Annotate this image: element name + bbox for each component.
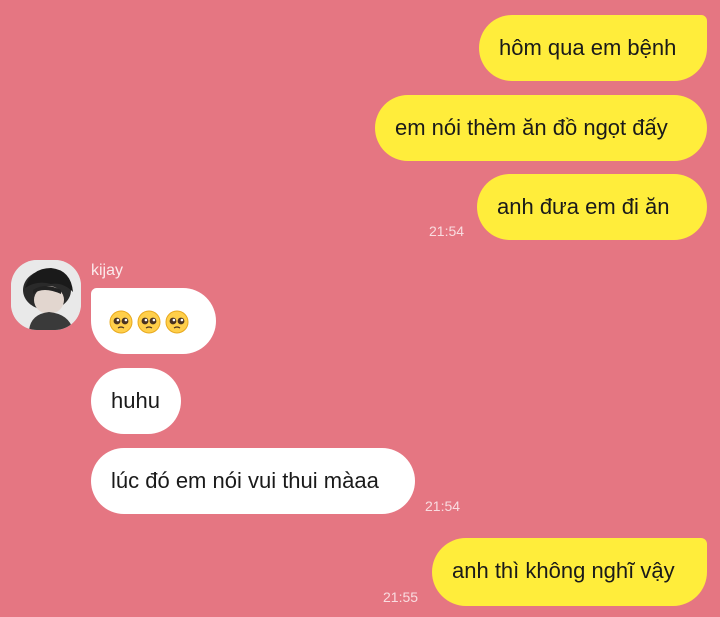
message-text: hôm qua em bệnh: [499, 35, 677, 60]
message-text: anh đưa em đi ăn: [497, 194, 670, 219]
pleading-face-icon: [137, 310, 161, 334]
message-timestamp: 21:54: [425, 498, 461, 514]
message-text: huhu: [111, 388, 160, 413]
avatar-photo-icon: [11, 260, 81, 330]
message-timestamp: 21:54: [429, 223, 465, 239]
outgoing-message-bubble[interactable]: anh đưa em đi ăn: [477, 174, 707, 240]
message-text: anh thì không nghĩ vậy: [452, 558, 675, 583]
message-text: em nói thèm ăn đồ ngọt đấy: [395, 115, 668, 140]
outgoing-message-bubble[interactable]: hôm qua em bệnh: [479, 15, 707, 81]
chat-thread: hôm qua em bệnh em nói thèm ăn đồ ngọt đ…: [0, 0, 720, 617]
incoming-message-bubble[interactable]: [91, 288, 216, 354]
message-text: lúc đó em nói vui thui màaa: [111, 468, 379, 493]
incoming-message-bubble[interactable]: huhu: [91, 368, 181, 434]
pleading-face-icon: [165, 310, 189, 334]
sender-name: kijay: [91, 262, 124, 279]
avatar[interactable]: [11, 260, 81, 330]
pleading-face-icon: [109, 310, 133, 334]
outgoing-message-bubble[interactable]: anh thì không nghĩ vậy: [432, 538, 707, 606]
incoming-message-bubble[interactable]: lúc đó em nói vui thui màaa: [91, 448, 415, 514]
message-timestamp: 21:55: [383, 589, 419, 605]
outgoing-message-bubble[interactable]: em nói thèm ăn đồ ngọt đấy: [375, 95, 707, 161]
emoji-row: [109, 308, 198, 334]
